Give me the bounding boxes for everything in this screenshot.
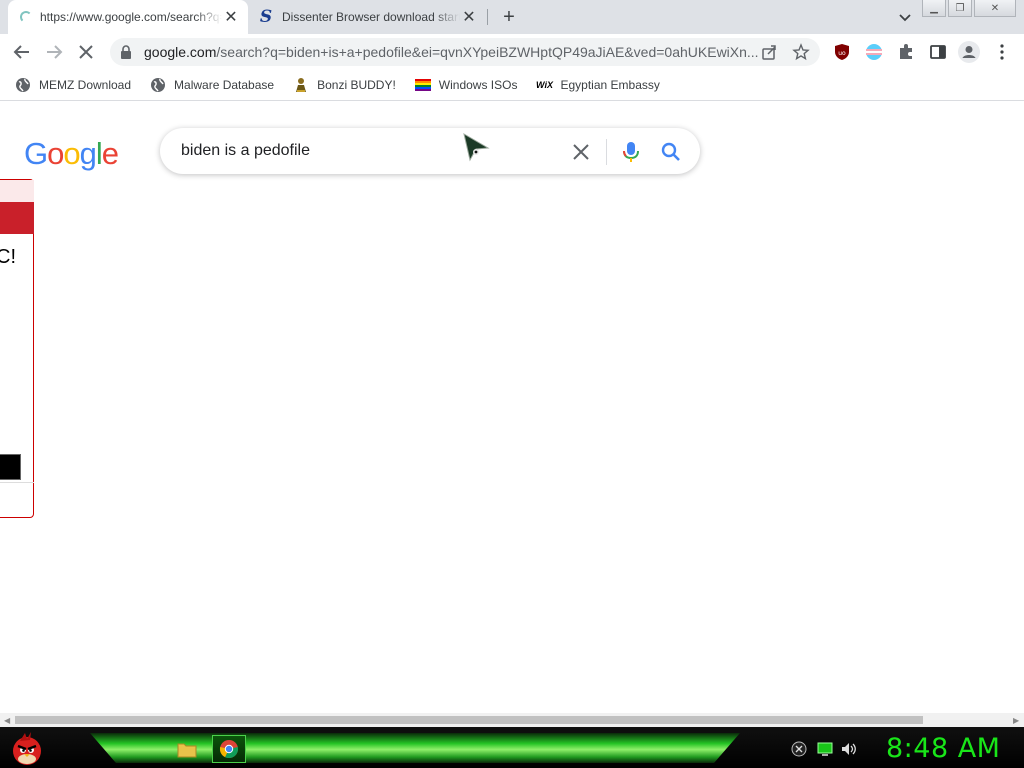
profile-avatar-icon[interactable] (958, 41, 980, 63)
search-icon[interactable] (659, 140, 683, 164)
dissenter-s-icon: S (259, 7, 273, 27)
stop-loading-button[interactable] (74, 40, 98, 64)
dialog-divider (0, 482, 34, 483)
scroll-left-icon[interactable]: ◀ (4, 716, 10, 725)
bookmark-label: Malware Database (174, 78, 275, 92)
loading-spinner-icon (20, 11, 32, 23)
tab-title: https://www.google.com/search?q=biden+is… (40, 10, 222, 24)
chrome-icon (219, 740, 239, 759)
dialog-header-bar (0, 202, 34, 234)
tab-dissenter[interactable]: S Dissenter Browser download start ✕ (250, 0, 486, 34)
lock-icon[interactable] (120, 45, 132, 59)
ublock-origin-icon[interactable]: uo (832, 42, 852, 62)
bookmark-memz-download[interactable]: MEMZ Download (15, 77, 131, 93)
folder-icon (177, 743, 197, 758)
search-box[interactable]: biden is a pedofile (160, 128, 700, 174)
url-path: /search?q=biden+is+a+pedofile&ei=qvnXYpe… (216, 44, 759, 60)
bookmark-label: Windows ISOs (438, 78, 518, 92)
new-tab-button[interactable]: + (498, 6, 520, 28)
url-host: google.com (144, 44, 217, 60)
dialog-button[interactable] (0, 454, 21, 480)
logo-letter: o (63, 136, 80, 171)
scroll-right-icon[interactable]: ▶ (1013, 716, 1019, 725)
tray-monitor-icon[interactable] (816, 740, 834, 758)
mouse-cursor-icon (463, 132, 490, 162)
globe-icon (151, 78, 166, 92)
bookmarks-bar: MEMZ Download Malware Database Bonzi BUD… (0, 70, 1024, 101)
logo-letter: g (79, 136, 97, 171)
svg-text:uo: uo (838, 50, 846, 57)
forward-button[interactable] (42, 40, 66, 64)
address-bar[interactable]: google.com/search?q=biden+is+a+pedofile&… (110, 38, 820, 66)
bookmark-egyptian-embassy[interactable]: WiX Egyptian Embassy (536, 77, 660, 93)
share-icon[interactable] (760, 43, 778, 61)
side-panel-icon[interactable] (928, 42, 948, 62)
taskbar-chrome[interactable] (212, 735, 246, 763)
taskbar-file-explorer[interactable] (170, 735, 204, 763)
extensions-puzzle-icon[interactable] (896, 42, 916, 62)
tab-close-icon[interactable]: ✕ (460, 8, 478, 26)
logo-letter: e (101, 136, 119, 171)
dialog-message-text: C! (0, 246, 16, 268)
logo-letter: G (24, 136, 48, 171)
dialog-titlebar[interactable] (0, 180, 34, 202)
tab-strip: https://www.google.com/search?q=biden+is… (0, 0, 1024, 34)
horizontal-scrollbar[interactable]: ◀ ▶ (0, 713, 1024, 727)
bookmark-label: Bonzi BUDDY! (317, 78, 396, 92)
tray-network-icon[interactable] (790, 740, 808, 758)
back-button[interactable] (10, 40, 34, 64)
scrollbar-thumb[interactable] (15, 716, 923, 724)
wix-icon: WiX (536, 80, 553, 90)
tray-volume-icon[interactable] (840, 740, 858, 758)
bookmark-windows-isos[interactable]: Windows ISOs (414, 77, 518, 93)
tab-title: Dissenter Browser download start (282, 10, 460, 24)
google-logo[interactable]: Google (24, 136, 119, 172)
minimize-button[interactable]: ▁ (922, 0, 946, 17)
window-controls: ▁ ❐ ✕ (922, 0, 1016, 17)
menu-kebab-icon[interactable] (992, 42, 1012, 62)
search-divider (606, 139, 607, 165)
bookmark-label: MEMZ Download (39, 78, 132, 92)
tab-google-search[interactable]: https://www.google.com/search?q=biden+is… (8, 0, 248, 34)
offscreen-dialog-window[interactable]: C! (0, 179, 34, 518)
restore-button[interactable]: ❐ (948, 0, 972, 17)
browser-toolbar: google.com/search?q=biden+is+a+pedofile&… (0, 34, 1024, 70)
tab-close-icon[interactable]: ✕ (222, 8, 240, 26)
bookmark-star-icon[interactable] (792, 43, 810, 61)
taskbar (0, 727, 1024, 768)
tab-separator (487, 9, 488, 25)
close-window-button[interactable]: ✕ (974, 0, 1016, 17)
tab-search-chevron-icon[interactable] (896, 8, 914, 26)
taskbar-clock[interactable]: 8:48 AM (886, 733, 1000, 764)
globe-icon (16, 78, 30, 92)
bookmark-bonzi-buddy[interactable]: Bonzi BUDDY! (293, 77, 396, 93)
voice-search-mic-icon[interactable] (620, 140, 642, 164)
url-text[interactable]: google.com/search?q=biden+is+a+pedofile&… (144, 44, 759, 60)
bonzi-icon (296, 78, 307, 92)
start-button-angry-bird-icon[interactable] (8, 729, 46, 767)
logo-letter: o (47, 136, 64, 171)
search-query-text[interactable]: biden is a pedofile (181, 142, 310, 160)
bookmark-malware-database[interactable]: Malware Database (150, 77, 274, 93)
bookmark-label: Egyptian Embassy (560, 78, 660, 92)
rainbow-flag-icon (414, 79, 431, 91)
clear-search-icon[interactable] (570, 141, 592, 163)
flag-extension-icon[interactable] (864, 42, 884, 62)
